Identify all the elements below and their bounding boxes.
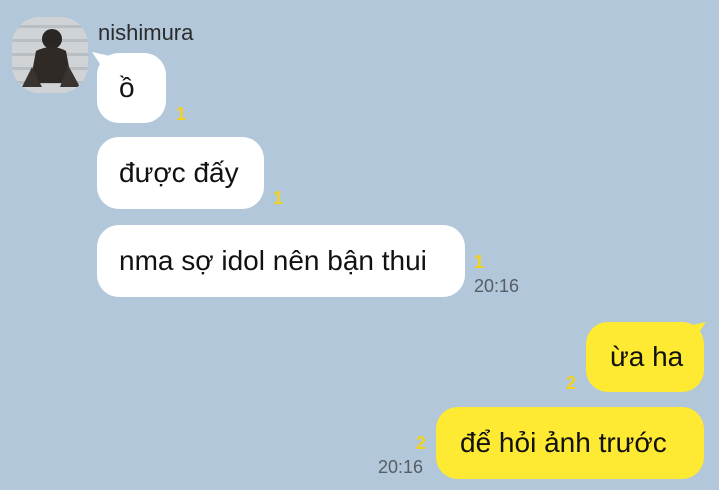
avatar[interactable] — [12, 17, 88, 93]
unread-count: 2 — [416, 433, 427, 453]
unread-count: 1 — [273, 188, 284, 208]
message-text: nma sợ idol nên bận thui — [119, 245, 427, 276]
message-text: để hỏi ảnh trước — [460, 427, 667, 458]
sender-name: nishimura — [98, 20, 194, 45]
timestamp: 20:16 — [474, 276, 520, 296]
profile-photo-icon — [12, 17, 88, 93]
incoming-message[interactable]: được đấy — [97, 137, 264, 209]
message-text: được đấy — [119, 157, 239, 188]
incoming-message[interactable]: ồ — [97, 53, 166, 123]
message-text: ừa ha — [610, 341, 684, 372]
incoming-message[interactable]: nma sợ idol nên bận thui — [97, 225, 465, 297]
unread-count: 1 — [474, 252, 485, 272]
message-text: ồ — [119, 72, 135, 103]
unread-count: 1 — [176, 104, 187, 124]
unread-count: 2 — [566, 373, 577, 393]
outgoing-message[interactable]: ừa ha — [586, 322, 704, 392]
outgoing-message[interactable]: để hỏi ảnh trước — [436, 407, 704, 479]
timestamp: 20:16 — [378, 457, 424, 477]
